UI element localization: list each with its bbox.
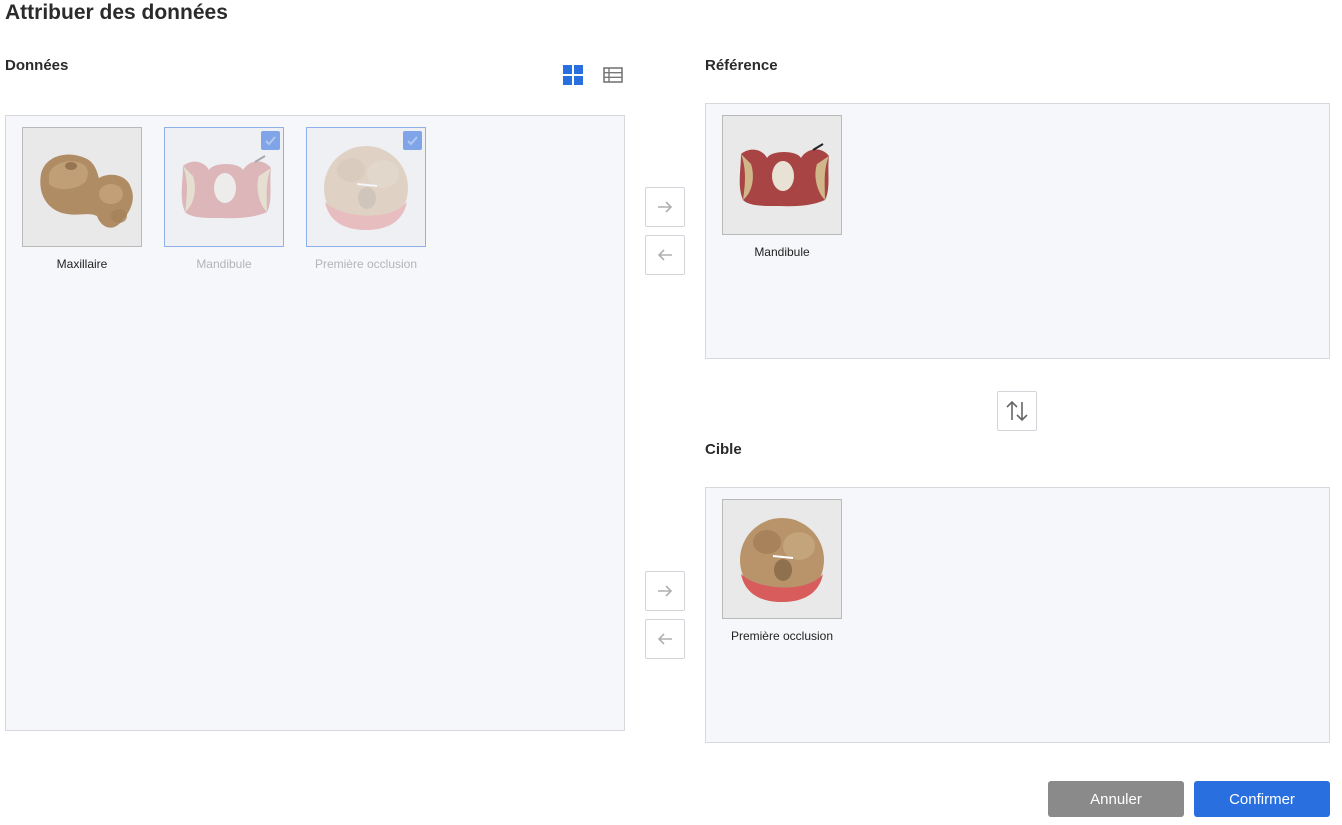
cancel-button[interactable]: Annuler	[1048, 781, 1184, 817]
data-item-maxillaire[interactable]: Maxillaire	[22, 127, 142, 271]
occlusion-model-icon	[740, 518, 824, 602]
grid-view-icon[interactable]	[562, 64, 584, 86]
dialog-title: Attribuer des données	[5, 1, 228, 24]
arrow-left-icon	[657, 633, 672, 645]
move-to-target-button[interactable]	[645, 571, 685, 611]
target-panel: Première occlusion	[705, 487, 1330, 743]
mandible-model-icon	[739, 143, 829, 207]
model-thumbnail	[722, 499, 842, 619]
data-section-label: Données	[5, 57, 69, 74]
target-item-label: Première occlusion	[730, 629, 834, 643]
arrow-right-icon	[658, 201, 673, 213]
swap-button[interactable]	[997, 391, 1037, 431]
reference-panel: Mandibule	[705, 103, 1330, 359]
reference-item-label: Mandibule	[754, 245, 810, 259]
data-item-label: Maxillaire	[56, 257, 108, 271]
list-view-icon[interactable]	[602, 64, 624, 86]
move-to-reference-button[interactable]	[645, 187, 685, 227]
data-item-label: Mandibule	[196, 257, 252, 271]
reference-section-label: Référence	[705, 57, 778, 74]
target-item[interactable]: Première occlusion	[722, 499, 842, 643]
selected-checkbox[interactable]	[403, 131, 422, 150]
model-thumbnail	[306, 127, 426, 247]
target-section-label: Cible	[705, 441, 742, 458]
data-item-premiere-occlusion[interactable]: Première occlusion	[306, 127, 426, 271]
model-thumbnail	[22, 127, 142, 247]
maxillary-model-icon	[40, 154, 133, 228]
arrow-right-icon	[658, 585, 673, 597]
data-panel: Maxillaire Mandibule Première occlusion	[5, 115, 625, 731]
swap-vertical-icon	[1006, 400, 1028, 422]
confirm-button[interactable]: Confirmer	[1194, 781, 1330, 817]
remove-from-target-button[interactable]	[645, 619, 685, 659]
data-item-mandibule[interactable]: Mandibule	[164, 127, 284, 271]
remove-from-reference-button[interactable]	[645, 235, 685, 275]
arrow-left-icon	[657, 249, 672, 261]
reference-item[interactable]: Mandibule	[722, 115, 842, 259]
selected-checkbox[interactable]	[261, 131, 280, 150]
model-thumbnail	[722, 115, 842, 235]
data-item-label: Première occlusion	[314, 257, 418, 271]
model-thumbnail	[164, 127, 284, 247]
